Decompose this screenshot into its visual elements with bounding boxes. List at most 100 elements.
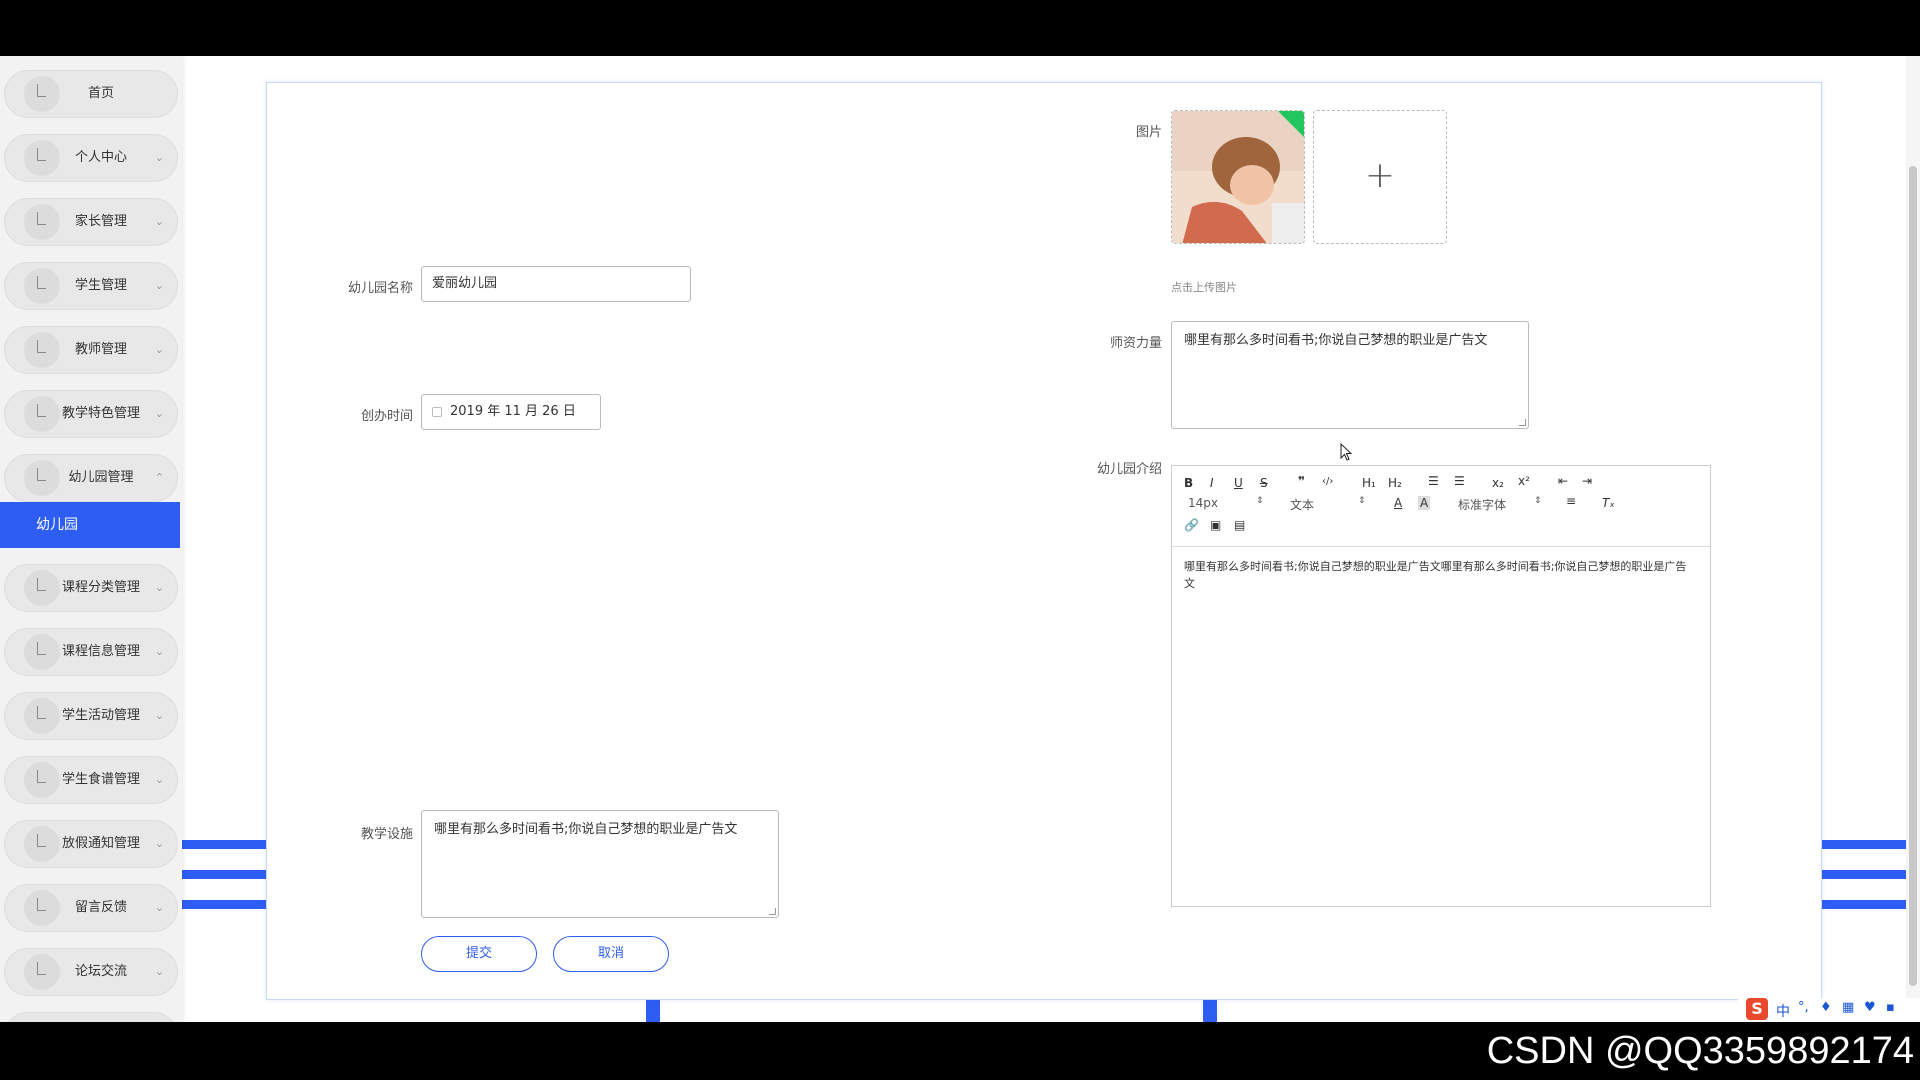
sidebar-item-home[interactable]: 首页 bbox=[4, 70, 178, 118]
mic-icon[interactable]: ♦ bbox=[1820, 1000, 1832, 1015]
decor-line bbox=[180, 870, 266, 879]
sidebar-item-parents[interactable]: 家长管理 ⌄ bbox=[4, 198, 178, 246]
sidebar-item-forum[interactable]: 论坛交流 ⌄ bbox=[4, 948, 178, 996]
video-icon[interactable]: ▤ bbox=[1234, 518, 1245, 532]
chevron-down-icon: ⌄ bbox=[154, 901, 164, 914]
select-arrows-icon: ⇕ bbox=[1358, 496, 1366, 506]
chevron-down-icon: ⌄ bbox=[154, 151, 164, 164]
h1-icon[interactable]: H₁ bbox=[1362, 476, 1376, 490]
italic-icon[interactable]: I bbox=[1210, 476, 1214, 490]
sidebar-item-label: 家长管理 bbox=[74, 214, 127, 229]
sidebar-item-recipes[interactable]: 学生食谱管理 ⌄ bbox=[4, 756, 178, 804]
form-card: 幼儿园名称 爱丽幼儿园 创办时间 2019 年 11 月 26 日 教学设施 哪… bbox=[266, 82, 1822, 1000]
sidebar-item-label: 教师管理 bbox=[74, 342, 127, 357]
sidebar-item-label: 幼儿园管理 bbox=[68, 470, 134, 485]
indent-icon[interactable]: ⇥ bbox=[1582, 474, 1592, 488]
sogou-icon[interactable]: S bbox=[1746, 998, 1768, 1020]
upload-image-button[interactable]: + bbox=[1313, 110, 1447, 244]
rich-text-editor: B I U S ❞ ‹/› H₁ H₂ ☰ ☰ x₂ x² ⇤ ⇥ 14px ⇕… bbox=[1171, 465, 1711, 907]
decor-line bbox=[646, 1000, 660, 1022]
sidebar-item-activities[interactable]: 学生活动管理 ⌄ bbox=[4, 692, 178, 740]
skin-icon[interactable]: ♥ bbox=[1864, 1000, 1876, 1015]
font-family-select[interactable]: 标准字体 bbox=[1458, 496, 1506, 513]
sidebar-item-teaching-features[interactable]: 教学特色管理 ⌄ bbox=[4, 390, 178, 438]
link-icon[interactable]: 🔗 bbox=[1184, 518, 1199, 532]
scrollbar-thumb[interactable] bbox=[1909, 166, 1917, 986]
subscript-icon[interactable]: x₂ bbox=[1492, 476, 1504, 490]
strike-icon[interactable]: S bbox=[1260, 476, 1268, 490]
align-icon[interactable]: ≡ bbox=[1566, 494, 1576, 508]
mouse-cursor-icon bbox=[1340, 443, 1353, 461]
cancel-button[interactable]: 取消 bbox=[553, 936, 669, 972]
font-size-select[interactable]: 14px bbox=[1188, 496, 1218, 510]
image-label: 图片 bbox=[1135, 125, 1162, 140]
image-icon[interactable]: ▣ bbox=[1210, 518, 1221, 532]
teachers-label: 师资力量 bbox=[1109, 336, 1162, 351]
sidebar-item-students[interactable]: 学生管理 ⌄ bbox=[4, 262, 178, 310]
outdent-icon[interactable]: ⇤ bbox=[1558, 474, 1568, 488]
chevron-down-icon: ⌄ bbox=[154, 709, 164, 722]
underline-icon[interactable]: U bbox=[1234, 476, 1243, 490]
blockquote-icon[interactable]: ❞ bbox=[1298, 474, 1305, 488]
h2-icon[interactable]: H₂ bbox=[1388, 476, 1402, 490]
block-type-select[interactable]: 文本 bbox=[1290, 496, 1314, 513]
sidebar: 首页 个人中心 ⌄ 家长管理 ⌄ 学生管理 ⌄ 教师管理 ⌄ 教学特色管理 ⌄ bbox=[0, 56, 182, 1022]
upload-hint: 点击上传图片 bbox=[1171, 281, 1237, 294]
chevron-down-icon: ⌄ bbox=[154, 581, 164, 594]
editor-toolbar: B I U S ❞ ‹/› H₁ H₂ ☰ ☰ x₂ x² ⇤ ⇥ 14px ⇕… bbox=[1172, 466, 1710, 547]
chevron-down-icon: ⌄ bbox=[154, 279, 164, 292]
sidebar-item-label: 教学特色管理 bbox=[61, 406, 140, 421]
chevron-down-icon: ⌄ bbox=[154, 343, 164, 356]
sidebar-item-label: 论坛交流 bbox=[74, 964, 127, 979]
clear-format-icon[interactable]: Tₓ bbox=[1602, 496, 1615, 510]
keyboard-icon[interactable]: ▦ bbox=[1842, 1000, 1854, 1015]
sidebar-item-course-info[interactable]: 课程信息管理 ⌄ bbox=[4, 628, 178, 676]
menu-grid-icon[interactable]: ▪ bbox=[1886, 1000, 1895, 1015]
sidebar-item-label: 首页 bbox=[87, 86, 114, 101]
chevron-down-icon: ⌄ bbox=[154, 215, 164, 228]
sidebar-item-teachers[interactable]: 教师管理 ⌄ bbox=[4, 326, 178, 374]
watermark: CSDN @QQ3359892174 bbox=[1486, 1030, 1914, 1072]
sidebar-item-label: 放假通知管理 bbox=[61, 836, 140, 851]
founded-date-picker[interactable]: 2019 年 11 月 26 日 bbox=[421, 394, 601, 430]
founded-date-value: 2019 年 11 月 26 日 bbox=[450, 404, 576, 419]
sidebar-item-profile[interactable]: 个人中心 ⌄ bbox=[4, 134, 178, 182]
chevron-down-icon: ⌄ bbox=[154, 837, 164, 850]
bold-icon[interactable]: B bbox=[1184, 476, 1193, 490]
sidebar-item-label: 学生食谱管理 bbox=[61, 772, 140, 787]
success-check-icon bbox=[1278, 111, 1304, 137]
bullet-list-icon[interactable]: ☰ bbox=[1454, 474, 1465, 488]
decor-line bbox=[180, 840, 266, 849]
punctuation-icon[interactable]: °, bbox=[1798, 1000, 1809, 1015]
chevron-down-icon: ⌄ bbox=[154, 773, 164, 786]
background-color-icon[interactable]: A bbox=[1418, 496, 1431, 510]
sidebar-item-label: 课程信息管理 bbox=[61, 644, 140, 659]
sidebar-item-label: 学生管理 bbox=[74, 278, 127, 293]
sidebar-item-course-category[interactable]: 课程分类管理 ⌄ bbox=[4, 564, 178, 612]
sidebar-item-kindergarten[interactable]: 幼儿园管理 ⌃ bbox=[4, 454, 178, 502]
teachers-textarea[interactable]: 哪里有那么多时间看书;你说自己梦想的职业是广告文 bbox=[1171, 321, 1529, 429]
superscript-icon[interactable]: x² bbox=[1518, 474, 1530, 488]
sidebar-subitem-kindergarten[interactable]: 幼儿园 bbox=[0, 502, 180, 548]
code-icon[interactable]: ‹/› bbox=[1322, 476, 1333, 487]
scrollbar[interactable] bbox=[1906, 56, 1920, 1022]
facilities-label: 教学设施 bbox=[360, 827, 413, 842]
app-window: 首页 个人中心 ⌄ 家长管理 ⌄ 学生管理 ⌄ 教师管理 ⌄ 教学特色管理 ⌄ bbox=[0, 56, 1920, 1022]
plus-icon: + bbox=[1364, 155, 1396, 196]
ordered-list-icon[interactable]: ☰ bbox=[1428, 474, 1439, 488]
decor-line bbox=[1203, 1000, 1217, 1022]
kindergarten-name-input[interactable]: 爱丽幼儿园 bbox=[421, 266, 691, 302]
uploaded-image-thumbnail[interactable] bbox=[1171, 110, 1305, 244]
calendar-icon bbox=[432, 407, 442, 417]
font-color-icon[interactable]: A bbox=[1394, 496, 1402, 510]
sidebar-item-feedback[interactable]: 留言反馈 ⌄ bbox=[4, 884, 178, 932]
submit-button[interactable]: 提交 bbox=[421, 936, 537, 972]
sidebar-item-more[interactable] bbox=[4, 1012, 178, 1022]
facilities-textarea[interactable]: 哪里有那么多时间看书;你说自己梦想的职业是广告文 bbox=[421, 810, 779, 918]
editor-content[interactable]: 哪里有那么多时间看书;你说自己梦想的职业是广告文哪里有那么多时间看书;你说自己梦… bbox=[1184, 558, 1696, 592]
ime-lang[interactable]: 中 bbox=[1776, 1001, 1790, 1021]
intro-label: 幼儿园介绍 bbox=[1096, 462, 1162, 477]
sidebar-item-holiday-notice[interactable]: 放假通知管理 ⌄ bbox=[4, 820, 178, 868]
chevron-down-icon: ⌄ bbox=[154, 645, 164, 658]
name-label: 幼儿园名称 bbox=[347, 281, 413, 296]
